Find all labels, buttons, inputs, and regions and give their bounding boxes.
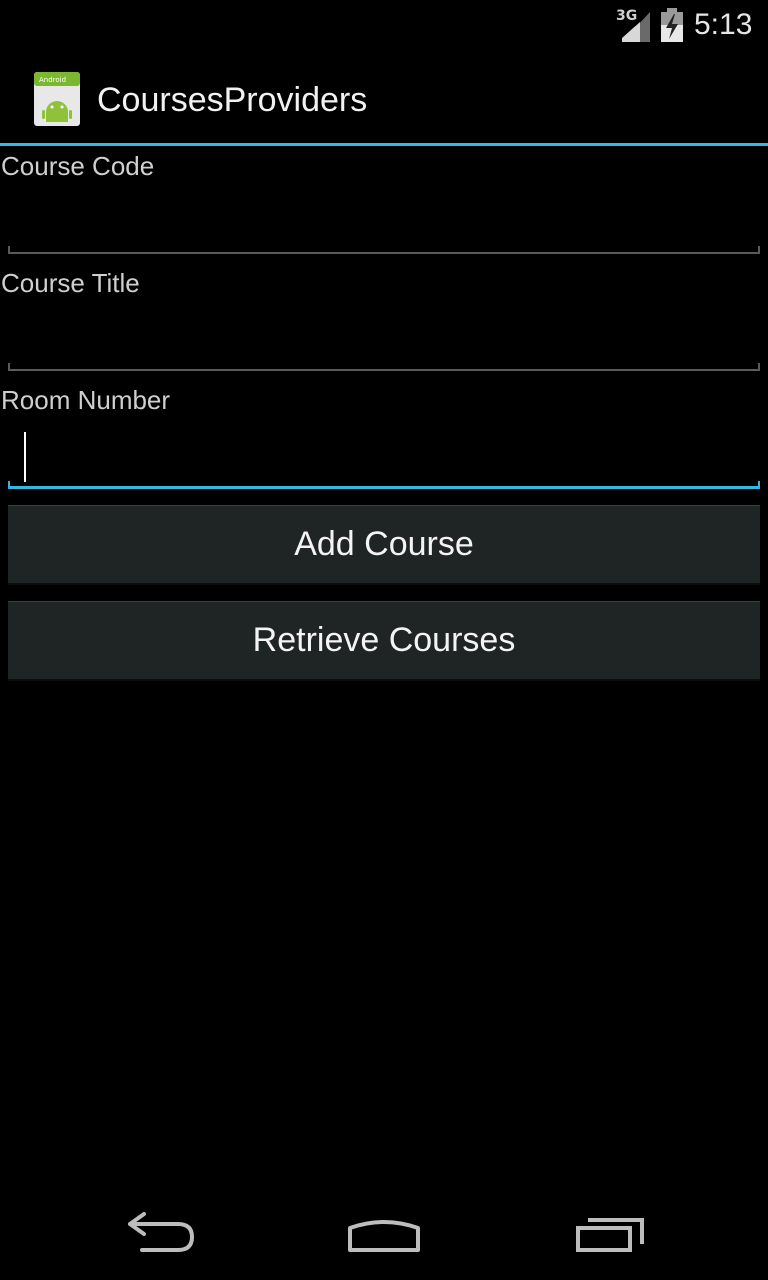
action-bar: Android CoursesProviders <box>0 50 768 144</box>
battery-charging-icon <box>661 8 683 42</box>
app-icon-text: Android <box>39 76 66 84</box>
room-number-label: Room Number <box>1 385 171 415</box>
add-course-button[interactable]: Add Course <box>8 505 760 585</box>
recent-apps-icon[interactable] <box>566 1206 656 1266</box>
course-code-label: Course Code <box>1 151 155 181</box>
retrieve-courses-button[interactable]: Retrieve Courses <box>8 601 760 681</box>
home-icon[interactable] <box>340 1206 430 1266</box>
text-cursor <box>24 432 26 482</box>
course-code-underline <box>8 246 760 254</box>
course-title-underline <box>8 363 760 371</box>
room-number-input[interactable] <box>8 434 760 484</box>
course-title-input[interactable] <box>8 317 760 367</box>
android-app-icon[interactable]: Android <box>34 72 80 126</box>
course-title-label: Course Title <box>1 268 140 298</box>
course-code-input[interactable] <box>8 200 760 250</box>
action-bar-divider <box>0 143 768 146</box>
navigation-bar <box>0 1192 768 1280</box>
room-number-underline <box>8 481 760 489</box>
status-bar: 3G 5:13 <box>0 0 768 50</box>
network-type: 3G <box>616 8 638 24</box>
app-title: CoursesProviders <box>97 81 368 119</box>
back-icon[interactable] <box>114 1206 204 1266</box>
clock: 5:13 <box>694 8 753 41</box>
